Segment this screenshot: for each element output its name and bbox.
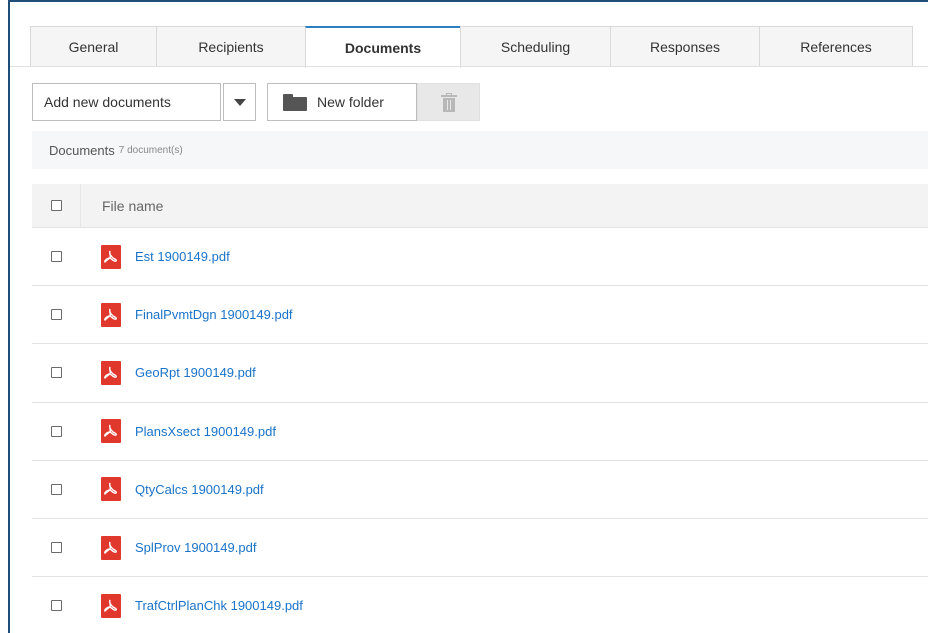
pdf-icon [101, 535, 121, 560]
row-checkbox[interactable] [50, 251, 62, 263]
pdf-icon [101, 477, 121, 502]
tab-label: Responses [649, 39, 721, 55]
tab-documents[interactable]: Documents [305, 26, 461, 68]
delete-button[interactable] [417, 83, 480, 121]
tab-scheduling[interactable]: Scheduling [460, 26, 611, 67]
documents-table: File name Est 1900149.pdf FinalPvmtDgn 1… [32, 183, 928, 633]
table-row: PlansXsect 1900149.pdf [32, 403, 928, 461]
row-checkbox[interactable] [50, 309, 62, 321]
pdf-icon [101, 244, 121, 269]
new-folder-button[interactable]: New folder [267, 83, 417, 121]
row-checkbox[interactable] [50, 425, 62, 437]
tab-label: Documents [344, 40, 422, 56]
section-title: Documents [49, 142, 115, 158]
filename-column-header[interactable]: File name [81, 198, 163, 214]
row-checkbox[interactable] [50, 367, 62, 379]
pdf-icon [101, 360, 121, 385]
tab-label: Recipients [198, 39, 264, 55]
document-count: 7 document(s) [118, 144, 183, 156]
file-link[interactable]: FinalPvmtDgn 1900149.pdf [135, 307, 293, 322]
pdf-icon [101, 302, 121, 327]
table-header: File name [32, 183, 928, 228]
table-row: SplProv 1900149.pdf [32, 519, 928, 578]
file-link[interactable]: SplProv 1900149.pdf [135, 540, 256, 555]
documents-section-header: Documents 7 document(s) [32, 131, 928, 169]
file-link[interactable]: Est 1900149.pdf [135, 249, 230, 264]
toolbar: Add new documents New folder [32, 83, 480, 121]
folder-icon [283, 93, 307, 111]
add-new-documents-label: Add new documents [44, 94, 171, 110]
pdf-icon [101, 419, 121, 444]
table-row: Est 1900149.pdf [32, 228, 928, 287]
file-link[interactable]: PlansXsect 1900149.pdf [135, 424, 276, 439]
tabs-divider [10, 66, 928, 67]
tab-references[interactable]: References [759, 26, 913, 67]
select-all-cell [32, 200, 80, 211]
file-link[interactable]: TrafCtrlPlanChk 1900149.pdf [135, 598, 303, 613]
row-checkbox[interactable] [50, 483, 62, 495]
row-checkbox[interactable] [50, 542, 62, 554]
caret-down-icon [233, 98, 246, 106]
trash-icon [440, 92, 457, 112]
documents-panel: General Recipients Documents Scheduling … [8, 0, 928, 633]
tab-general[interactable]: General [30, 26, 157, 67]
table-row: QtyCalcs 1900149.pdf [32, 461, 928, 519]
row-checkbox[interactable] [50, 600, 62, 612]
tab-bar: General Recipients Documents Scheduling … [30, 26, 913, 68]
pdf-icon [101, 593, 121, 618]
add-new-documents-button[interactable]: Add new documents [32, 83, 221, 121]
add-documents-dropdown-button[interactable] [223, 83, 256, 121]
tab-label: Scheduling [500, 39, 571, 55]
tab-label: General [68, 39, 119, 55]
table-row: FinalPvmtDgn 1900149.pdf [32, 286, 928, 345]
table-row: GeoRpt 1900149.pdf [32, 344, 928, 403]
file-link[interactable]: QtyCalcs 1900149.pdf [135, 482, 264, 497]
tab-label: References [800, 39, 872, 55]
tab-responses[interactable]: Responses [610, 26, 760, 67]
tab-recipients[interactable]: Recipients [156, 26, 306, 67]
select-all-checkbox[interactable] [50, 200, 62, 211]
new-folder-label: New folder [317, 94, 384, 110]
file-link[interactable]: GeoRpt 1900149.pdf [135, 365, 256, 380]
table-row: TrafCtrlPlanChk 1900149.pdf [32, 577, 928, 633]
